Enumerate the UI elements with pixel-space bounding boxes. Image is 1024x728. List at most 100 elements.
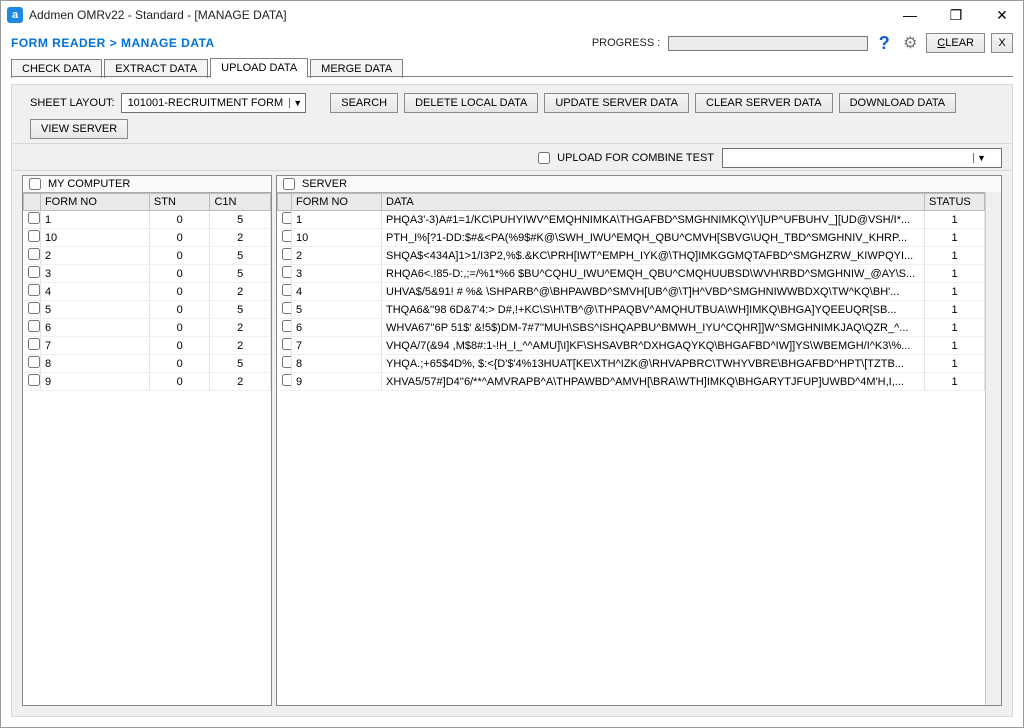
server-pane: SERVER FORM NO DATA STATUS 1PHQA3 <box>276 175 1002 706</box>
chevron-down-icon: ▼ <box>973 153 989 163</box>
server-grid[interactable]: FORM NO DATA STATUS 1PHQA3'-3)A#1=1/KC\P… <box>277 192 985 705</box>
row-checkbox[interactable] <box>282 230 292 242</box>
table-row[interactable]: 505 <box>24 301 271 319</box>
row-checkbox[interactable] <box>28 212 40 224</box>
view-server-button[interactable]: VIEW SERVER <box>30 119 128 139</box>
minimize-button[interactable]: — <box>895 5 925 25</box>
cell-form-no: 4 <box>40 283 149 301</box>
table-row[interactable]: 402 <box>24 283 271 301</box>
toolbar: SHEET LAYOUT: 101001-RECRUITMENT FORM ▼ … <box>11 84 1013 144</box>
row-checkbox[interactable] <box>28 356 40 368</box>
cell-stn: 0 <box>149 355 210 373</box>
vertical-scrollbar[interactable] <box>985 192 1001 705</box>
row-checkbox[interactable] <box>28 248 40 260</box>
cell-form-no: 8 <box>292 355 382 373</box>
row-checkbox[interactable] <box>282 284 292 296</box>
app-icon: a <box>7 7 23 23</box>
cell-data: VHQA/7(&94 ,M$8#:1-!H_I_^^AMU]\I]KF\SHSA… <box>382 337 925 355</box>
cell-form-no: 1 <box>292 211 382 229</box>
col-stn[interactable]: STN <box>149 194 210 211</box>
row-checkbox[interactable] <box>28 266 40 278</box>
row-checkbox[interactable] <box>282 356 292 368</box>
table-row[interactable]: 7VHQA/7(&94 ,M$8#:1-!H_I_^^AMU]\I]KF\SHS… <box>278 337 985 355</box>
cell-c1n: 5 <box>210 211 271 229</box>
col-form-no[interactable]: FORM NO <box>40 194 149 211</box>
row-checkbox[interactable] <box>282 374 292 386</box>
col-c1n[interactable]: C1N <box>210 194 271 211</box>
cell-c1n: 2 <box>210 373 271 391</box>
breadcrumb: FORM READER > MANAGE DATA <box>11 36 592 50</box>
cell-form-no: 10 <box>40 229 149 247</box>
maximize-button[interactable]: ❐ <box>941 5 971 25</box>
table-row[interactable]: 1PHQA3'-3)A#1=1/KC\PUHYIWV^EMQHNIMKA\THG… <box>278 211 985 229</box>
col-status[interactable]: STATUS <box>925 194 985 211</box>
table-row[interactable]: 602 <box>24 319 271 337</box>
row-checkbox[interactable] <box>28 302 40 314</box>
table-row[interactable]: 205 <box>24 247 271 265</box>
cell-status: 1 <box>925 355 985 373</box>
cell-c1n: 5 <box>210 247 271 265</box>
row-checkbox[interactable] <box>28 284 40 296</box>
help-icon[interactable]: ? <box>874 33 894 53</box>
clear-button[interactable]: CLEAR <box>926 33 985 53</box>
sheet-layout-combo[interactable]: 101001-RECRUITMENT FORM ▼ <box>121 93 307 113</box>
row-checkbox[interactable] <box>282 248 292 260</box>
table-row[interactable]: 10PTH_I%[?1-DD:$#&<PA(%9$#K@\SWH_IWU^EMQ… <box>278 229 985 247</box>
cell-form-no: 4 <box>292 283 382 301</box>
close-button[interactable]: ✕ <box>987 5 1017 25</box>
my-computer-title: MY COMPUTER <box>48 178 130 190</box>
cell-form-no: 9 <box>40 373 149 391</box>
row-checkbox[interactable] <box>282 338 292 350</box>
table-row[interactable]: 902 <box>24 373 271 391</box>
row-checkbox[interactable] <box>28 320 40 332</box>
row-checkbox[interactable] <box>282 212 292 224</box>
cell-stn: 0 <box>149 373 210 391</box>
window-title: Addmen OMRv22 - Standard - [MANAGE DATA] <box>29 8 895 22</box>
row-checkbox[interactable] <box>28 374 40 386</box>
table-row[interactable]: 2SHQA$<434A]1>1/I3P2,%$.&KC\PRH[IWT^EMPH… <box>278 247 985 265</box>
row-checkbox[interactable] <box>28 230 40 242</box>
cell-c1n: 5 <box>210 355 271 373</box>
upload-for-combine-test-label: UPLOAD FOR COMBINE TEST <box>557 152 714 164</box>
table-row[interactable]: 6WHVA67''6P 51$' &!5$)DM-7#7''MUH\SBS^IS… <box>278 319 985 337</box>
cell-form-no: 2 <box>292 247 382 265</box>
cell-c1n: 2 <box>210 319 271 337</box>
server-select-all[interactable] <box>283 178 298 190</box>
table-row[interactable]: 105 <box>24 211 271 229</box>
table-row[interactable]: 805 <box>24 355 271 373</box>
table-row[interactable]: 702 <box>24 337 271 355</box>
my-computer-select-all[interactable] <box>29 178 44 190</box>
table-row[interactable]: 4UHVA$/5&91! # %& \SHPARB^@\BHPAWBD^SMVH… <box>278 283 985 301</box>
cell-stn: 0 <box>149 229 210 247</box>
cell-form-no: 7 <box>292 337 382 355</box>
my-computer-grid[interactable]: FORM NO STN C1N 105100220530540250560270… <box>23 192 271 705</box>
cell-form-no: 9 <box>292 373 382 391</box>
upload-for-combine-test-checkbox[interactable]: UPLOAD FOR COMBINE TEST <box>538 152 714 164</box>
cell-status: 1 <box>925 373 985 391</box>
tab-upload-data[interactable]: UPLOAD DATA <box>210 58 308 78</box>
delete-local-data-button[interactable]: DELETE LOCAL DATA <box>404 93 538 113</box>
cell-c1n: 2 <box>210 283 271 301</box>
table-row[interactable]: 5THQA6&''98 6D&7'4:> D#,!+KC\S\H\TB^@\TH… <box>278 301 985 319</box>
table-row[interactable]: 8YHQA.;+65$4D%, $:<{D'$'4%13HUAT[KE\XTH^… <box>278 355 985 373</box>
table-row[interactable]: 3RHQA6<.!85-D:,;=/%1*%6 $BU^CQHU_IWU^EMQ… <box>278 265 985 283</box>
clear-server-data-button[interactable]: CLEAR SERVER DATA <box>695 93 833 113</box>
table-row[interactable]: 305 <box>24 265 271 283</box>
cell-status: 1 <box>925 247 985 265</box>
col-form-no[interactable]: FORM NO <box>292 194 382 211</box>
row-checkbox[interactable] <box>28 338 40 350</box>
cell-stn: 0 <box>149 265 210 283</box>
cell-status: 1 <box>925 319 985 337</box>
download-data-button[interactable]: DOWNLOAD DATA <box>839 93 957 113</box>
row-checkbox[interactable] <box>282 266 292 278</box>
gear-icon[interactable]: ⚙ <box>900 33 920 53</box>
update-server-data-button[interactable]: UPDATE SERVER DATA <box>544 93 689 113</box>
row-checkbox[interactable] <box>282 320 292 332</box>
close-panel-button[interactable]: X <box>991 33 1013 53</box>
col-data[interactable]: DATA <box>382 194 925 211</box>
row-checkbox[interactable] <box>282 302 292 314</box>
search-button[interactable]: SEARCH <box>330 93 398 113</box>
combine-test-combo[interactable]: ▼ <box>722 148 1002 168</box>
table-row[interactable]: 9XHVA5/57#]D4''6/**^AMVRAPB^A\THPAWBD^AM… <box>278 373 985 391</box>
table-row[interactable]: 1002 <box>24 229 271 247</box>
